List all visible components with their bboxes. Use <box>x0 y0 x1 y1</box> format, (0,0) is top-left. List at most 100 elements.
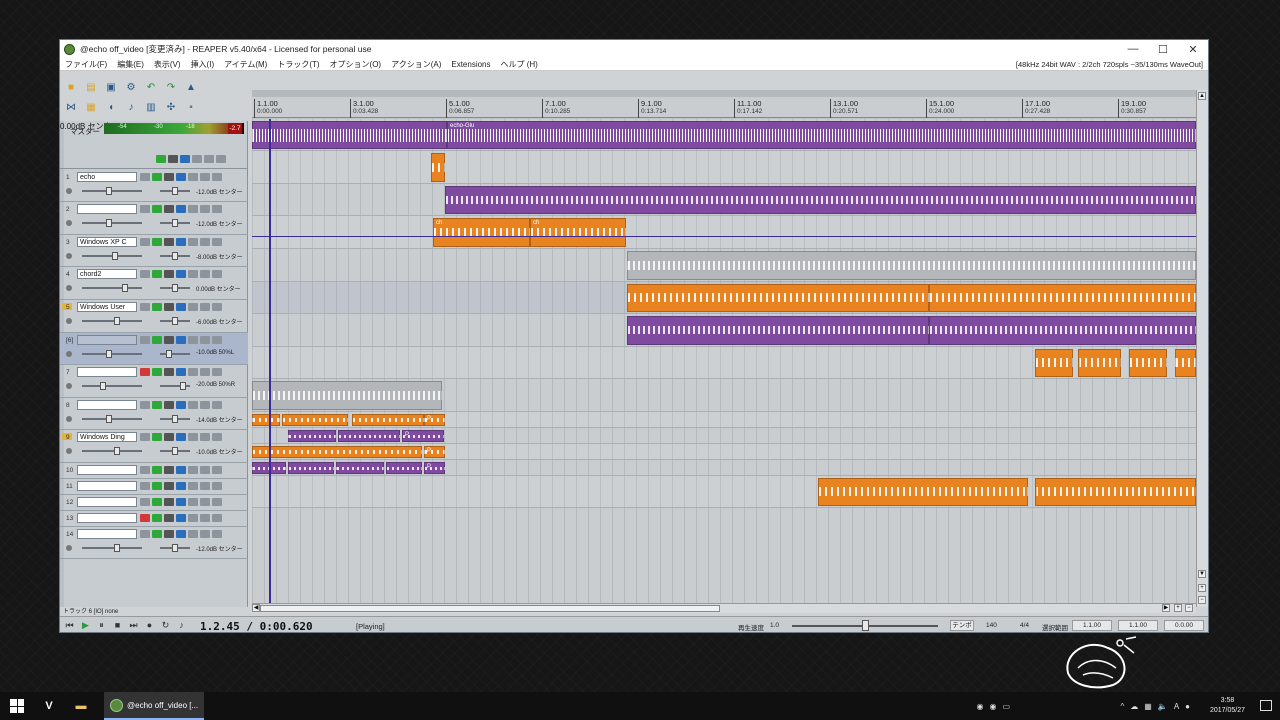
envelope-icon[interactable] <box>164 205 174 213</box>
auto-crossfade-icon[interactable]: ♪ <box>176 620 187 631</box>
volume-slider[interactable] <box>82 222 142 224</box>
track-header[interactable]: 8 -14.0dB センター <box>60 398 248 430</box>
pan-knob[interactable] <box>172 415 178 423</box>
media-item[interactable] <box>627 251 1196 280</box>
save-project-icon[interactable]: ▣ <box>104 80 118 94</box>
track-name-field[interactable] <box>77 481 137 491</box>
timeline-ruler[interactable]: 1.1.00 0:00.000 3.1.00 0:03.428 5.1.00 0:06.8… <box>252 90 1196 118</box>
track-name-field[interactable] <box>77 513 137 523</box>
envelope-icon[interactable] <box>164 173 174 181</box>
pan-slider[interactable] <box>160 353 190 355</box>
solo-icon[interactable] <box>200 303 210 311</box>
phase-icon[interactable] <box>212 401 222 409</box>
mute-icon[interactable] <box>188 482 198 490</box>
io-route-icon[interactable] <box>152 336 162 344</box>
io-route-icon[interactable] <box>152 303 162 311</box>
start-button[interactable] <box>10 699 24 713</box>
pan-knob[interactable] <box>172 284 178 292</box>
mute-icon[interactable] <box>188 530 198 538</box>
media-item[interactable] <box>282 414 348 426</box>
pan-knob[interactable] <box>172 187 178 195</box>
io-route-icon[interactable] <box>152 368 162 376</box>
record-arm-icon[interactable] <box>140 173 150 181</box>
track-name-field[interactable] <box>77 529 137 539</box>
media-item[interactable] <box>929 284 1196 312</box>
zoom-in-horizontal-button[interactable]: + <box>1174 604 1182 612</box>
menu-file[interactable]: ファイル(F) <box>60 59 112 70</box>
phase-icon[interactable] <box>212 498 222 506</box>
project-settings-icon[interactable]: ⚙ <box>124 80 138 94</box>
time-signature[interactable]: 4/4 <box>1020 622 1029 629</box>
media-item[interactable] <box>386 462 422 474</box>
menu-edit[interactable]: 編集(E) <box>112 59 149 70</box>
media-item[interactable] <box>288 430 336 442</box>
ime-mode-icon[interactable]: ● <box>1185 702 1190 711</box>
ime-indicator[interactable]: A <box>1174 702 1179 711</box>
track-name-field[interactable] <box>77 497 137 507</box>
track-header[interactable]: 14 -12.0dB センター <box>60 527 248 559</box>
phase-icon[interactable] <box>212 303 222 311</box>
fx-icon[interactable] <box>176 238 186 246</box>
mute-icon[interactable] <box>188 205 198 213</box>
stop-button[interactable]: ■ <box>112 620 123 631</box>
media-item[interactable] <box>431 153 445 182</box>
record-mode-icon[interactable] <box>66 351 72 357</box>
track-header[interactable]: 12 <box>60 495 248 511</box>
envelope-icon[interactable] <box>164 401 174 409</box>
volume-slider[interactable] <box>82 418 142 420</box>
phase-icon[interactable] <box>212 433 222 441</box>
solo-icon[interactable] <box>200 336 210 344</box>
scroll-left-button[interactable]: ◀ <box>252 604 260 612</box>
media-item[interactable]: ch <box>433 218 530 247</box>
media-item[interactable]: echo-Glu <box>447 121 1196 149</box>
scroll-right-button[interactable]: ▶ <box>1162 604 1170 612</box>
volume-slider[interactable] <box>82 320 142 322</box>
mute-icon[interactable] <box>188 270 198 278</box>
track-lane[interactable] <box>252 216 1196 249</box>
bpm-value[interactable]: 140 <box>986 622 997 629</box>
pause-button[interactable]: ⏸ <box>96 620 107 631</box>
fx-icon[interactable] <box>176 205 186 213</box>
solo-icon[interactable] <box>200 368 210 376</box>
onedrive-icon[interactable]: ☁ <box>1130 702 1138 711</box>
pan-knob[interactable] <box>166 350 172 358</box>
io-route-icon[interactable] <box>152 514 162 522</box>
media-item[interactable] <box>1175 349 1196 377</box>
lock-icon[interactable]: ▦ <box>84 100 98 114</box>
record-arm-icon[interactable] <box>140 303 150 311</box>
record-arm-icon[interactable] <box>140 270 150 278</box>
track-name-field[interactable] <box>77 204 137 214</box>
io-route-icon[interactable] <box>152 238 162 246</box>
mute-icon[interactable] <box>188 466 198 474</box>
fx-icon[interactable] <box>176 466 186 474</box>
io-route-icon[interactable] <box>152 401 162 409</box>
pan-knob[interactable] <box>172 252 178 260</box>
envelope-icon[interactable] <box>164 368 174 376</box>
fx-icon[interactable] <box>176 498 186 506</box>
redo-icon[interactable]: ↷ <box>164 80 178 94</box>
phase-icon[interactable] <box>212 530 222 538</box>
envelope-icon[interactable] <box>164 303 174 311</box>
phase-icon[interactable] <box>212 238 222 246</box>
envelope-icon[interactable] <box>164 466 174 474</box>
master-fx-icon[interactable] <box>180 155 190 163</box>
record-arm-icon[interactable] <box>140 238 150 246</box>
volume-slider[interactable] <box>82 190 142 192</box>
record-mode-icon[interactable] <box>66 188 72 194</box>
master-io-icon[interactable] <box>156 155 166 163</box>
fx-icon[interactable] <box>176 270 186 278</box>
envelope-icon[interactable] <box>164 433 174 441</box>
io-route-icon[interactable] <box>152 433 162 441</box>
solo-icon[interactable] <box>200 270 210 278</box>
volume-knob[interactable] <box>114 447 120 455</box>
volume-knob[interactable] <box>114 317 120 325</box>
snap-icon[interactable]: ✣ <box>164 100 178 114</box>
solo-icon[interactable] <box>200 482 210 490</box>
envelope-icon[interactable] <box>164 482 174 490</box>
mute-icon[interactable] <box>188 401 198 409</box>
media-item[interactable]: P <box>402 430 444 442</box>
show-hidden-icons-icon[interactable]: ^ <box>1121 702 1125 711</box>
track-lanes[interactable]: echo-Glu ch ch P P P P <box>252 119 1196 607</box>
repeat-button[interactable]: ↻ <box>160 620 171 631</box>
fx-icon[interactable] <box>176 401 186 409</box>
